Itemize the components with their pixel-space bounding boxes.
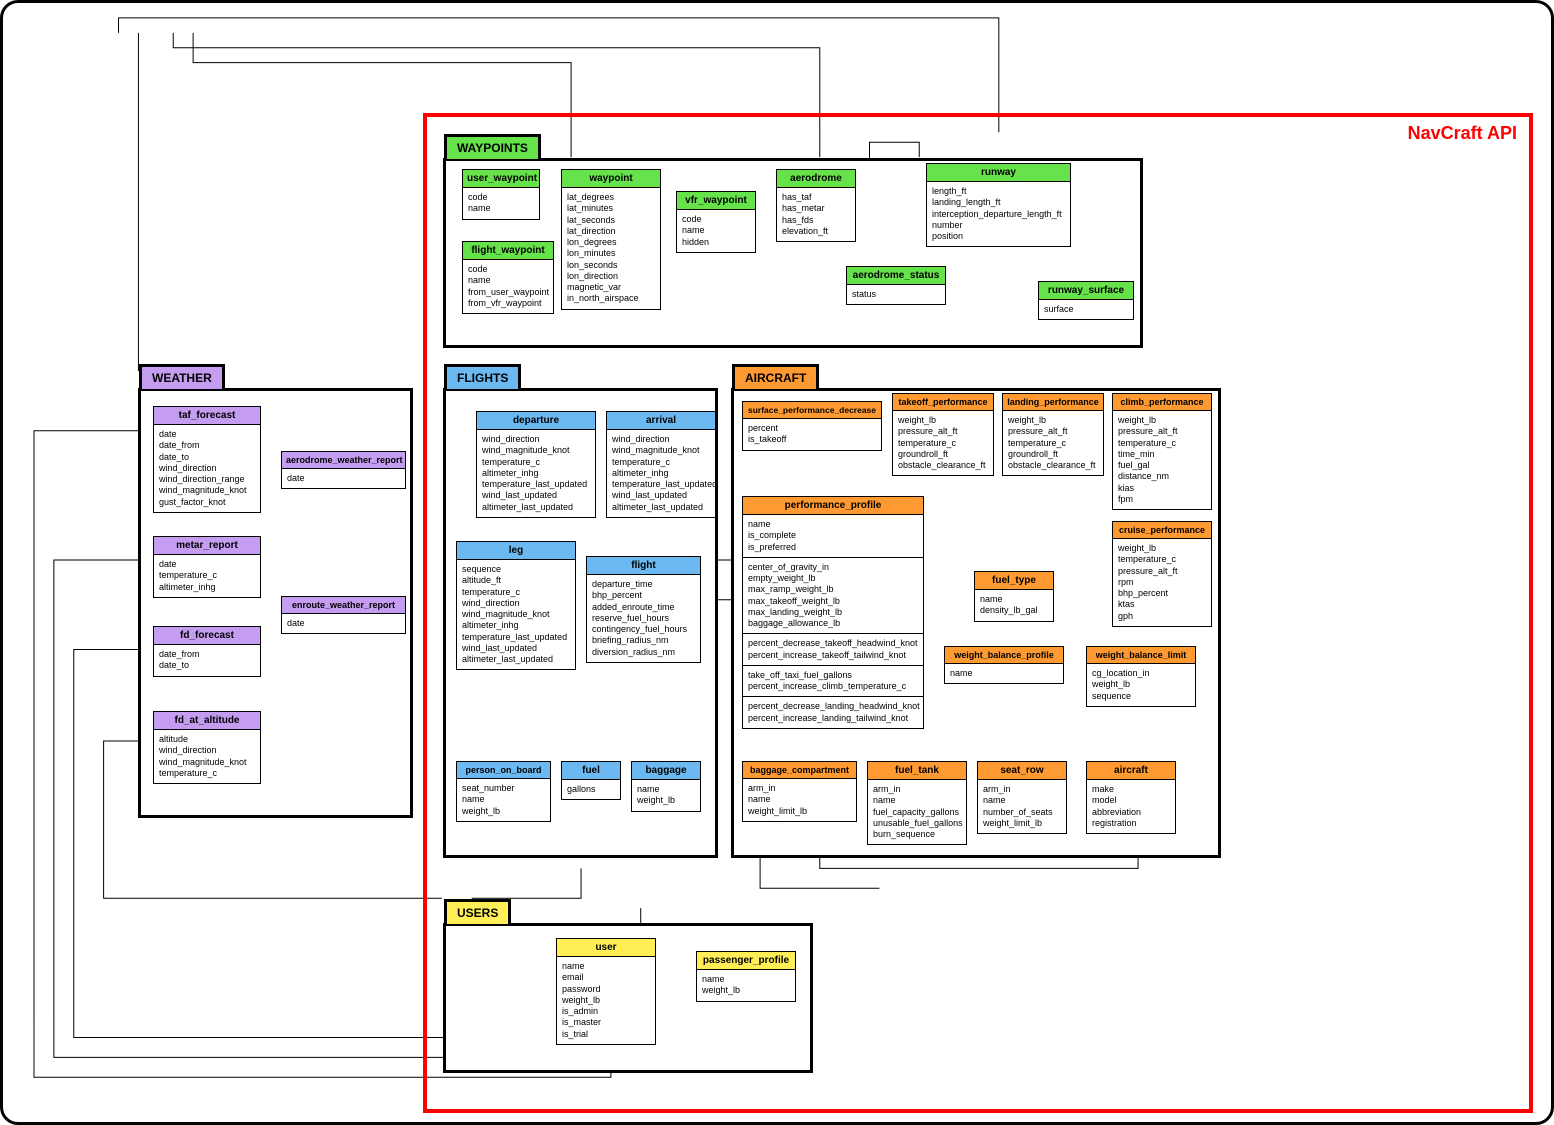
module-waypoints-title: WAYPOINTS <box>444 134 541 159</box>
entity-weight-balance-profile: weight_balance_profile name <box>944 646 1064 684</box>
entity-flight: flight departure_time bhp_percent added_… <box>586 556 701 663</box>
entity-baggage-compartment: baggage_compartment arm_in name weight_l… <box>742 761 857 822</box>
entity-aircraft: aircraft make model abbreviation registr… <box>1086 761 1176 834</box>
module-weather: WEATHER taf_forecast date date_from date… <box>138 388 413 818</box>
entity-vfr-waypoint: vfr_waypoint code name hidden <box>676 191 756 253</box>
entity-fuel: fuel gallons <box>561 761 621 800</box>
entity-climb-performance: climb_performance weight_lb pressure_alt… <box>1112 393 1212 510</box>
entity-enroute-weather-report: enroute_weather_report date <box>281 596 406 634</box>
entity-aerodrome: aerodrome has_taf has_metar has_fds elev… <box>776 169 856 242</box>
entity-flight-waypoint: flight_waypoint code name from_user_wayp… <box>462 241 554 314</box>
module-flights-title: FLIGHTS <box>444 364 521 389</box>
module-weather-title: WEATHER <box>139 364 225 389</box>
entity-landing-performance: landing_performance weight_lb pressure_a… <box>1002 393 1104 476</box>
module-users: USERS user name email password weight_lb… <box>443 923 813 1073</box>
entity-fuel-tank: fuel_tank arm_in name fuel_capacity_gall… <box>867 761 967 845</box>
entity-departure: departure wind_direction wind_magnitude_… <box>476 411 596 518</box>
entity-aerodrome-weather-report: aerodrome_weather_report date <box>281 451 406 489</box>
entity-surface-performance-decrease: surface_performance_decrease percent is_… <box>742 401 882 451</box>
entity-cruise-performance: cruise_performance weight_lb temperature… <box>1112 521 1212 627</box>
entity-user: user name email password weight_lb is_ad… <box>556 938 656 1045</box>
entity-arrival: arrival wind_direction wind_magnitude_kn… <box>606 411 716 518</box>
api-title: NavCraft API <box>1408 123 1517 144</box>
entity-waypoint: waypoint lat_degrees lat_minutes lat_sec… <box>561 169 661 310</box>
module-aircraft: AIRCRAFT surface_performance_decrease pe… <box>731 388 1221 858</box>
entity-fd-at-altitude: fd_at_altitude altitude wind_direction w… <box>153 711 261 784</box>
entity-baggage: baggage name weight_lb <box>631 761 701 812</box>
entity-seat-row: seat_row arm_in name number_of_seats wei… <box>977 761 1067 834</box>
module-flights: FLIGHTS departure wind_direction wind_ma… <box>443 388 718 858</box>
entity-fd-forecast: fd_forecast date_from date_to <box>153 626 261 677</box>
module-aircraft-title: AIRCRAFT <box>732 364 819 389</box>
entity-takeoff-performance: takeoff_performance weight_lb pressure_a… <box>892 393 994 476</box>
diagram-canvas: NavCraft API WAYPOINTS user_waypoint cod… <box>0 0 1554 1125</box>
module-users-title: USERS <box>444 899 511 924</box>
entity-fuel-type: fuel_type name density_lb_gal <box>974 571 1054 622</box>
entity-performance-profile: performance_profile name is_complete is_… <box>742 496 924 729</box>
entity-metar-report: metar_report date temperature_c altimete… <box>153 536 261 598</box>
entity-runway: runway length_ft landing_length_ft inter… <box>926 163 1071 247</box>
entity-user-waypoint: user_waypoint code name <box>462 169 540 220</box>
entity-passenger-profile: passenger_profile name weight_lb <box>696 951 796 1002</box>
module-waypoints: WAYPOINTS user_waypoint code name flight… <box>443 158 1143 348</box>
entity-leg: leg sequence altitude_ft temperature_c w… <box>456 541 576 670</box>
entity-taf-forecast: taf_forecast date date_from date_to wind… <box>153 406 261 513</box>
entity-person-on-board: person_on_board seat_number name weight_… <box>456 761 551 822</box>
entity-weight-balance-limit: weight_balance_limit cg_location_in weig… <box>1086 646 1196 707</box>
entity-aerodrome-status: aerodrome_status status <box>846 266 946 305</box>
entity-runway-surface: runway_surface surface <box>1038 281 1134 320</box>
